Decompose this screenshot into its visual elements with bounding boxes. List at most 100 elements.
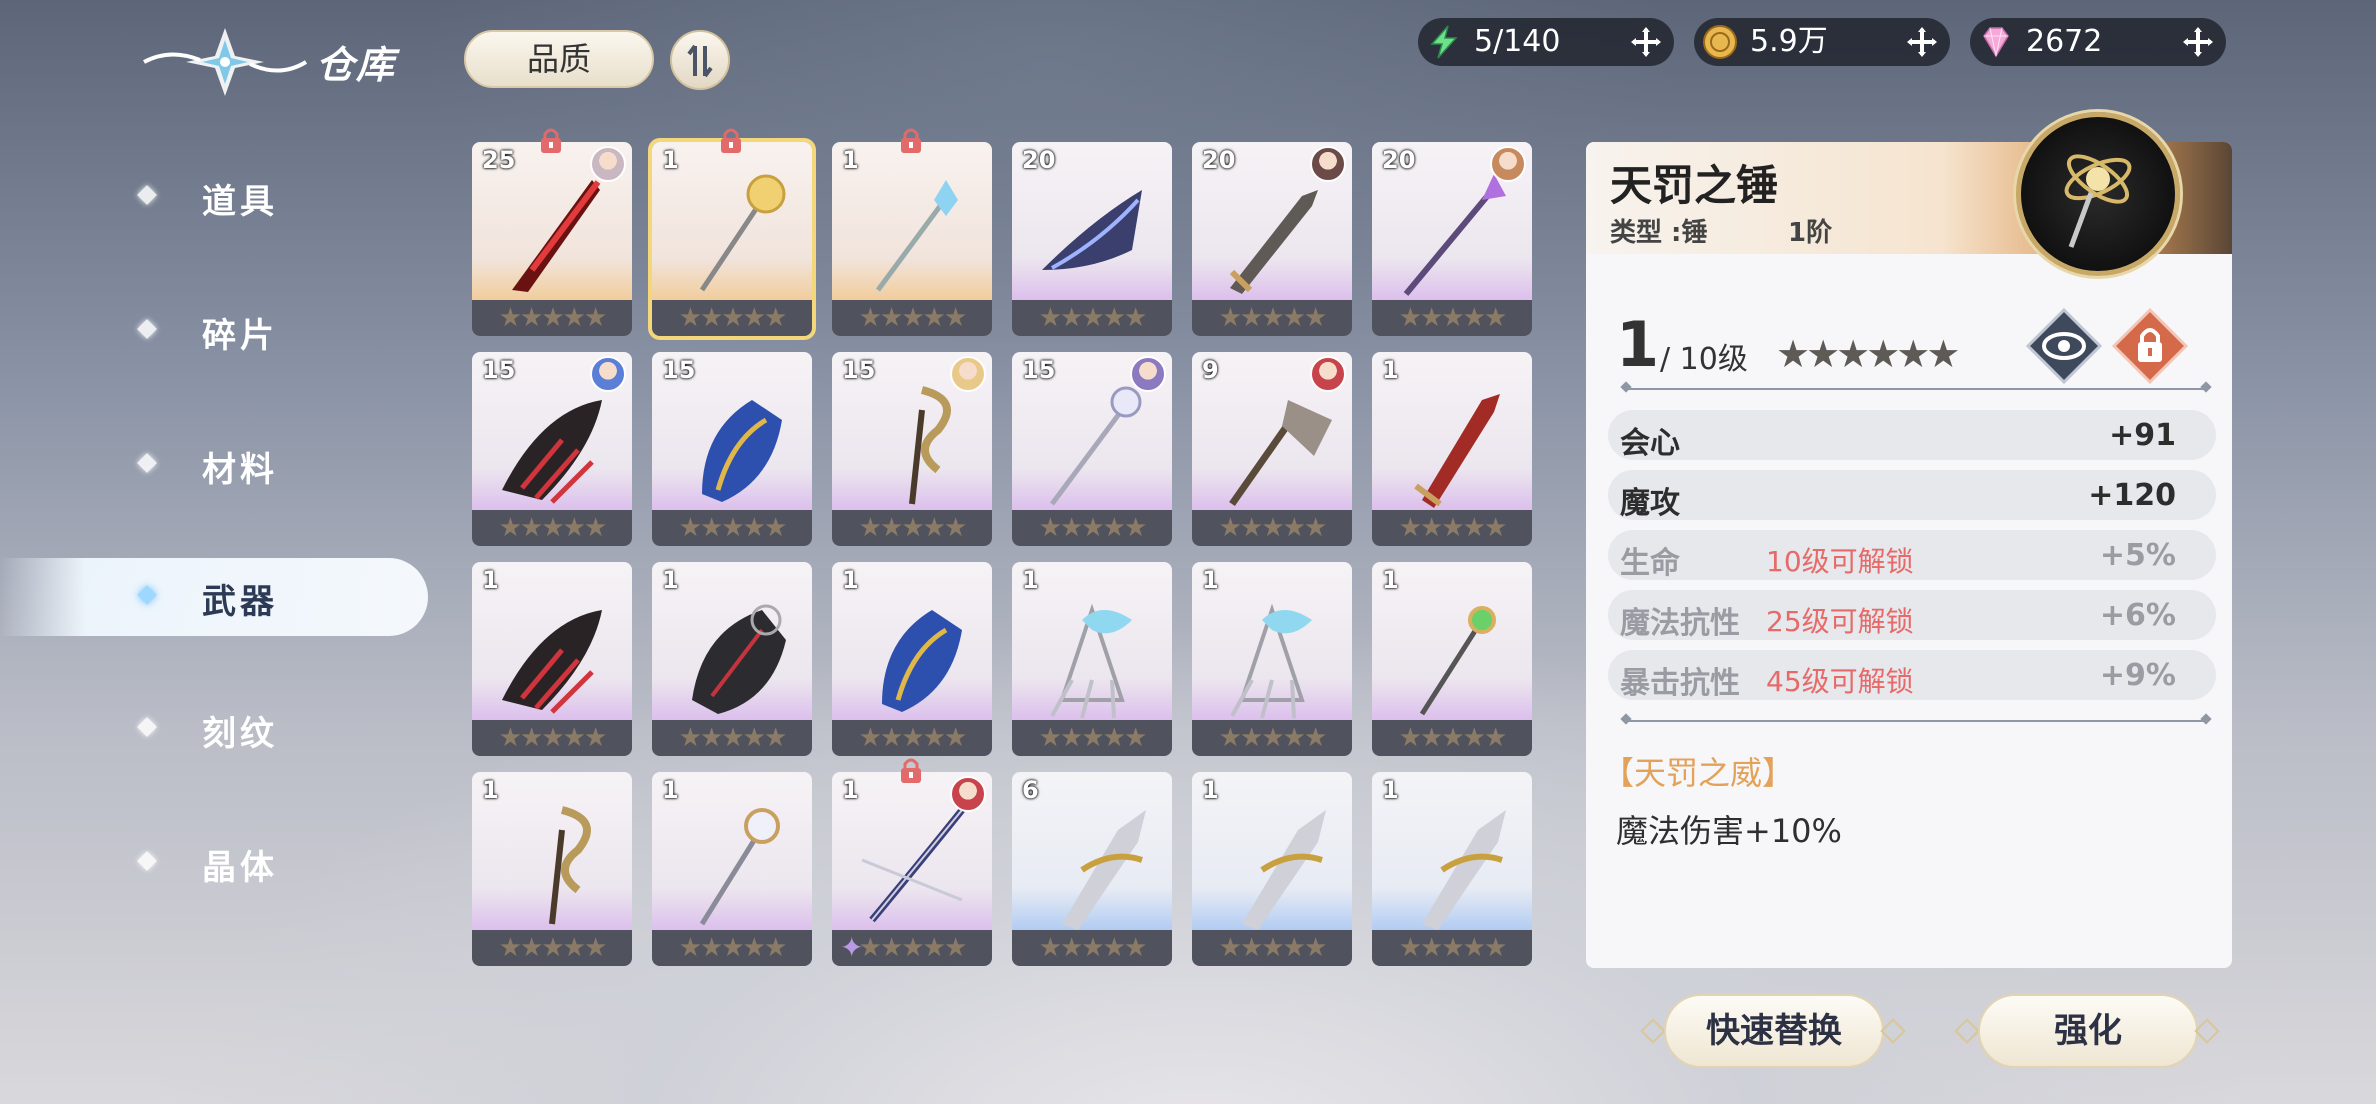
item-count: 1 bbox=[662, 146, 679, 174]
weapon-slot[interactable]: 25 ★★★★★ bbox=[472, 128, 632, 336]
sidebar-item-crystals[interactable]: 晶体 bbox=[0, 824, 430, 902]
weapon-slot[interactable]: 1 ★★★★★ bbox=[832, 562, 992, 756]
star-rating: ★★★★★ bbox=[832, 510, 992, 546]
stat-unlock-text: 45级可解锁 bbox=[1766, 665, 1914, 698]
diamond-bullet-icon bbox=[137, 453, 157, 473]
diamond-bullet-icon bbox=[137, 585, 157, 605]
stat-value: +91 bbox=[2109, 418, 2176, 453]
dagger-weapon-icon bbox=[1414, 394, 1500, 508]
gold-sword-weapon-icon bbox=[1422, 810, 1506, 930]
sort-order-icon bbox=[687, 44, 713, 78]
item-count: 1 bbox=[482, 566, 499, 594]
sidebar-item-fragments[interactable]: 碎片 bbox=[0, 292, 430, 370]
add-coin-icon[interactable] bbox=[1906, 26, 1938, 58]
sidebar-item-items[interactable]: 道具 bbox=[0, 158, 430, 236]
weapon-slot[interactable]: 9 ★★★★★ bbox=[1192, 352, 1352, 546]
lightning-icon bbox=[1430, 25, 1458, 59]
sidebar-item-engravings[interactable]: 刻纹 bbox=[0, 690, 430, 768]
weapon-slot[interactable]: 1 ★★★★★ bbox=[832, 128, 992, 336]
emerald-staff-weapon-icon bbox=[1419, 606, 1496, 716]
weapon-slot[interactable]: 15 ★★★★★ bbox=[832, 352, 992, 546]
sidebar-item-label: 碎片 bbox=[202, 316, 278, 356]
sidebar-item-weapons[interactable]: 武器 bbox=[0, 558, 428, 636]
stat-unlock-text: 25级可解锁 bbox=[1766, 605, 1914, 638]
war-axe-weapon-icon bbox=[1229, 400, 1332, 507]
bow-weapon-icon bbox=[861, 807, 965, 923]
add-gem-icon[interactable] bbox=[2182, 26, 2214, 58]
item-count: 9 bbox=[1202, 356, 1219, 384]
item-count: 1 bbox=[662, 776, 679, 804]
gold-sword-weapon-icon bbox=[1242, 810, 1326, 930]
stat-name: 暴击抗性 bbox=[1620, 666, 1740, 701]
star-rating: ★★★★★ bbox=[1012, 300, 1172, 336]
sort-quality-button[interactable]: 品质 bbox=[464, 30, 654, 88]
equipped-character-avatar bbox=[950, 776, 986, 812]
gold-sword-weapon-icon bbox=[1062, 810, 1146, 930]
weapon-slot[interactable]: 1 ★★★★★ bbox=[652, 772, 812, 966]
star-rating: ★★★★★ bbox=[1192, 510, 1352, 546]
star-rating: ★★★★★ bbox=[1012, 930, 1172, 966]
red-blade-weapon-icon bbox=[512, 180, 601, 292]
add-stamina-icon[interactable] bbox=[1630, 26, 1662, 58]
weapon-slot[interactable]: 15 ★★★★★ bbox=[1012, 352, 1172, 546]
diamond-icon bbox=[1983, 27, 2009, 58]
weapon-slot[interactable]: 15 ★★★★★ bbox=[652, 352, 812, 546]
ice-staff-weapon-icon bbox=[875, 180, 958, 292]
item-count: 1 bbox=[1202, 566, 1219, 594]
weapon-slot[interactable]: 1 ★★★★★ bbox=[472, 562, 632, 756]
coin-counter: 5.9万 bbox=[1694, 18, 1950, 66]
item-count: 15 bbox=[1022, 356, 1056, 384]
blue-gauntlet-weapon-icon bbox=[882, 610, 962, 712]
item-count: 25 bbox=[482, 146, 516, 174]
weapon-level: 1 bbox=[1616, 308, 1660, 381]
sidebar-item-materials[interactable]: 材料 bbox=[0, 426, 430, 504]
weapon-slot[interactable]: 20 ★★★★★ bbox=[1192, 142, 1352, 336]
item-count: 15 bbox=[842, 356, 876, 384]
star-rating: ★★★★★ bbox=[1012, 720, 1172, 756]
weapon-slot[interactable]: 1 ★★★★★ bbox=[1012, 562, 1172, 756]
weapon-slot[interactable]: 1 ★★★★★ bbox=[472, 772, 632, 966]
weapon-slot[interactable]: 15 ★★★★★ bbox=[472, 352, 632, 546]
weapon-slot[interactable]: 20 ★★★★★ bbox=[1372, 142, 1532, 336]
weapon-stage: 1阶 bbox=[1788, 218, 1833, 248]
weapon-slot[interactable]: 1 ★★★★★ bbox=[652, 128, 812, 336]
sidebar-item-label: 材料 bbox=[202, 450, 278, 490]
sparkle-icon: ✦ bbox=[840, 931, 864, 964]
ice-claw-weapon-icon bbox=[1230, 603, 1312, 719]
weapon-type: 类型 :锤 bbox=[1610, 218, 1708, 248]
stat-unlock-text: 10级可解锁 bbox=[1766, 545, 1914, 578]
diamond-bullet-icon bbox=[137, 319, 157, 339]
enhance-button[interactable]: 强化 bbox=[1954, 994, 2220, 1068]
violet-spear-weapon-icon bbox=[1403, 174, 1506, 296]
weapon-slot[interactable]: 1 ★★★★★ bbox=[1372, 352, 1532, 546]
weapon-slot[interactable]: 1 ★★★★★ bbox=[1372, 562, 1532, 756]
weapon-slot[interactable]: 1 ★★★★★ bbox=[1192, 562, 1352, 756]
star-rating: ★★★★★ bbox=[1372, 720, 1532, 756]
sidebar-item-label: 武器 bbox=[202, 582, 278, 622]
warehouse-logo-icon bbox=[143, 28, 308, 96]
page-title: 仓库 bbox=[316, 43, 397, 87]
quick-replace-label: 快速替换 bbox=[1706, 1011, 1842, 1051]
preview-eye-icon[interactable] bbox=[2024, 306, 2104, 386]
quick-replace-button[interactable]: 快速替换 bbox=[1640, 994, 1906, 1068]
weapon-slot[interactable]: 1 ★★★★★ bbox=[1192, 772, 1352, 966]
weapon-slot[interactable]: 6 ★★★★★ bbox=[1012, 772, 1172, 966]
dark-axe-weapon-icon bbox=[1042, 190, 1142, 270]
stamina-value: 5/140 bbox=[1474, 24, 1561, 59]
sidebar-item-label: 道具 bbox=[202, 182, 278, 222]
lock-toggle-icon[interactable] bbox=[2110, 306, 2190, 386]
weapon-slot[interactable]: 1 ★★★★★ ✦ bbox=[832, 758, 992, 966]
weapon-star-rating: ★★★★★★ bbox=[1776, 332, 1960, 376]
star-staff-weapon-icon bbox=[699, 174, 786, 292]
star-rating: ★★★★★ bbox=[472, 510, 632, 546]
weapon-max-level: / 10级 bbox=[1660, 342, 1748, 377]
weapon-slot[interactable]: 1 ★★★★★ bbox=[652, 562, 812, 756]
equipped-character-avatar bbox=[950, 356, 986, 392]
ice-claw-weapon-icon bbox=[1050, 603, 1132, 719]
divider bbox=[1626, 720, 2206, 722]
weapon-slot[interactable]: 20 ★★★★★ bbox=[1012, 142, 1172, 336]
star-rating: ★★★★★ bbox=[832, 720, 992, 756]
sort-order-button[interactable] bbox=[670, 30, 730, 90]
weapon-slot[interactable]: 1 ★★★★★ bbox=[1372, 772, 1532, 966]
stat-value: +9% bbox=[2099, 658, 2176, 693]
